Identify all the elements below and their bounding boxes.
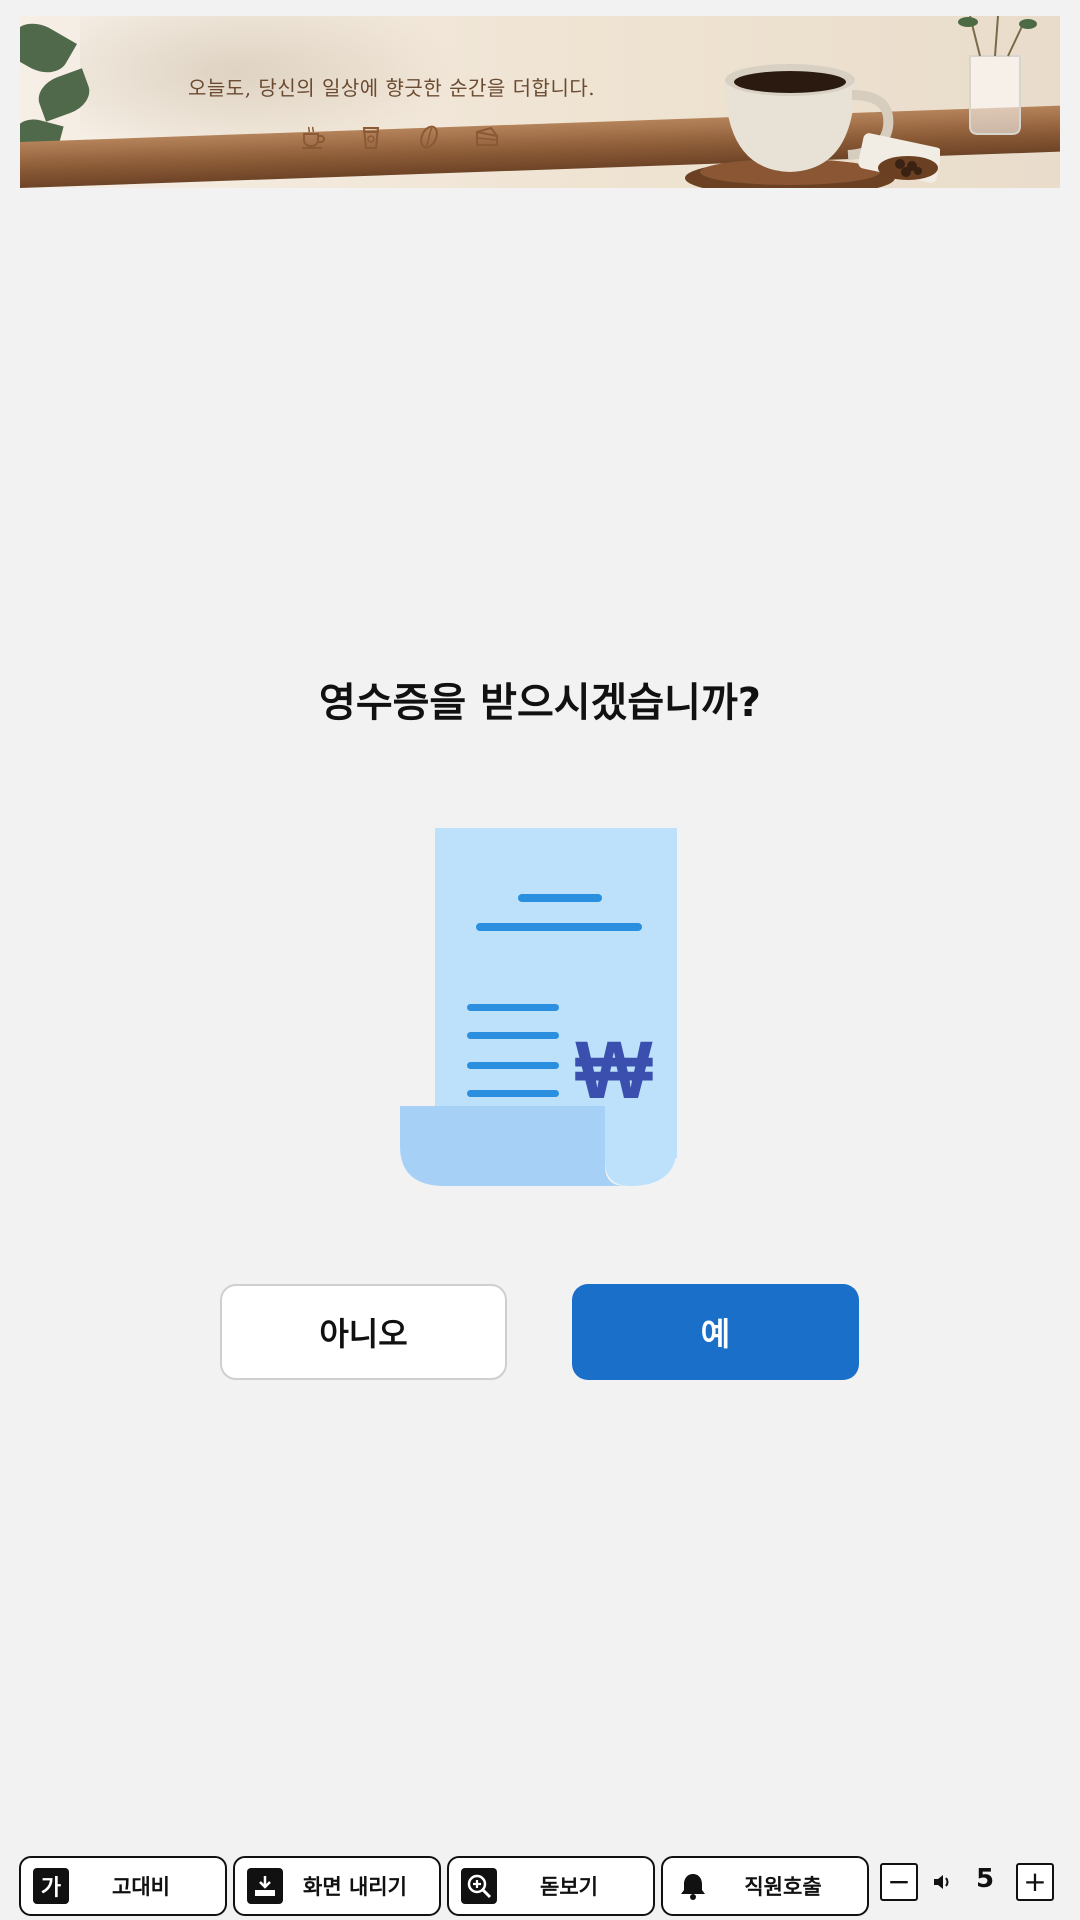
receipt-icon: ₩ bbox=[400, 826, 680, 1188]
glass-vase bbox=[950, 16, 1040, 136]
accessibility-toolbar: 가 고대비 화면 내리기 돋보기 직원호출 − 5 + bbox=[0, 1850, 1080, 1920]
lower-screen-button[interactable]: 화면 내리기 bbox=[233, 1856, 441, 1916]
volume-control: − 5 + bbox=[880, 1860, 1056, 1912]
volume-decrease-button[interactable]: − bbox=[880, 1863, 918, 1901]
promo-banner: 오늘도, 당신의 일상에 향긋한 순간을 더합니다. bbox=[20, 16, 1060, 188]
takeout-cup-icon bbox=[354, 120, 388, 154]
download-tray-icon bbox=[247, 1868, 283, 1904]
yes-button[interactable]: 예 bbox=[572, 1284, 859, 1380]
cake-icon bbox=[470, 120, 504, 154]
contrast-icon-text: 가 bbox=[40, 1876, 62, 1901]
banner-icon-row bbox=[296, 120, 504, 154]
won-symbol: ₩ bbox=[575, 1025, 653, 1116]
coffee-cup-illustration bbox=[680, 40, 942, 188]
bell-icon bbox=[675, 1868, 711, 1904]
contrast-icon: 가 bbox=[33, 1868, 69, 1904]
coffee-bean-icon bbox=[412, 120, 446, 154]
speaker-icon bbox=[932, 1872, 952, 1896]
volume-increase-button[interactable]: + bbox=[1016, 1863, 1054, 1901]
banner-tagline: 오늘도, 당신의 일상에 향긋한 순간을 더합니다. bbox=[188, 76, 596, 100]
call-staff-button[interactable]: 직원호출 bbox=[661, 1856, 869, 1916]
lower-screen-label: 화면 내리기 bbox=[303, 1875, 407, 1899]
high-contrast-label: 고대비 bbox=[112, 1875, 170, 1899]
magnifier-button[interactable]: 돋보기 bbox=[447, 1856, 655, 1916]
no-button[interactable]: 아니오 bbox=[220, 1284, 507, 1380]
page-title: 영수증을 받으시겠습니까? bbox=[319, 680, 761, 726]
volume-level: 5 bbox=[975, 1864, 995, 1894]
coffee-cup-icon bbox=[296, 120, 330, 154]
call-staff-label: 직원호출 bbox=[744, 1875, 822, 1899]
magnifier-label: 돋보기 bbox=[540, 1875, 598, 1899]
high-contrast-button[interactable]: 가 고대비 bbox=[19, 1856, 227, 1916]
zoom-in-icon bbox=[461, 1868, 497, 1904]
